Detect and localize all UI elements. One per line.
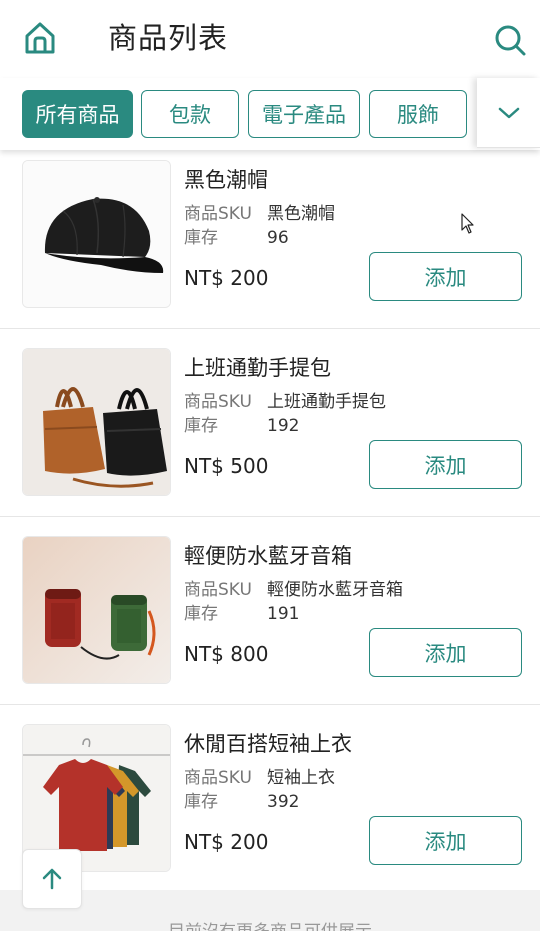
tab-bags[interactable]: 包款 [141, 90, 239, 138]
product-name: 輕便防水藍牙音箱 [184, 544, 352, 568]
sku-label: 商品SKU [184, 580, 252, 600]
home-icon [25, 22, 55, 54]
product-meta: 商品SKU 黑色潮帽 庫存 96 [184, 202, 335, 250]
product-list: 黑色潮帽 商品SKU 黑色潮帽 庫存 96 NT$ 200 添加 上班通勤手提包… [0, 150, 540, 893]
stock-value: 191 [267, 604, 300, 624]
product-image-bluetooth-speakers[interactable] [22, 536, 171, 684]
product-meta: 商品SKU 輕便防水藍牙音箱 庫存 191 [184, 578, 403, 626]
add-button[interactable]: 添加 [369, 440, 522, 489]
product-card: 輕便防水藍牙音箱 商品SKU 輕便防水藍牙音箱 庫存 191 NT$ 800 添加 [0, 517, 540, 705]
product-image-black-cap[interactable] [22, 160, 171, 308]
page-title: 商品列表 [108, 21, 229, 55]
add-button[interactable]: 添加 [369, 252, 522, 301]
product-card: 黑色潮帽 商品SKU 黑色潮帽 庫存 96 NT$ 200 添加 [0, 150, 540, 329]
product-price: NT$ 200 [184, 830, 269, 854]
product-name: 黑色潮帽 [184, 168, 268, 192]
stock-value: 392 [267, 792, 300, 812]
product-price: NT$ 200 [184, 266, 269, 290]
sku-value: 短袖上衣 [267, 768, 335, 788]
sku-value: 輕便防水藍牙音箱 [267, 580, 403, 600]
home-button[interactable] [20, 18, 60, 58]
sku-value: 上班通勤手提包 [267, 392, 386, 412]
product-name: 休閒百搭短袖上衣 [184, 732, 352, 756]
chevron-down-icon [498, 107, 519, 118]
app-screen: 商品列表 所有商品 包款 電子產品 服飾 黑色潮帽 商品SKU 黑色潮帽 庫存 … [0, 0, 540, 931]
add-button[interactable]: 添加 [369, 628, 522, 677]
stock-label: 庫存 [184, 604, 218, 624]
sku-label: 商品SKU [184, 768, 252, 788]
product-meta: 商品SKU 短袖上衣 庫存 392 [184, 766, 335, 814]
stock-label: 庫存 [184, 792, 218, 812]
stock-label: 庫存 [184, 228, 218, 248]
search-icon [495, 25, 526, 56]
product-card: 上班通勤手提包 商品SKU 上班通勤手提包 庫存 192 NT$ 500 添加 [0, 329, 540, 517]
scroll-to-top-button[interactable] [22, 849, 82, 909]
stock-value: 192 [267, 416, 300, 436]
sku-label: 商品SKU [184, 392, 252, 412]
sku-label: 商品SKU [184, 204, 252, 224]
category-tabs: 所有商品 包款 電子產品 服飾 [0, 78, 540, 150]
stock-value: 96 [267, 228, 289, 248]
sku-value: 黑色潮帽 [267, 204, 335, 224]
add-button[interactable]: 添加 [369, 816, 522, 865]
product-price: NT$ 500 [184, 454, 269, 478]
search-button[interactable] [488, 18, 532, 62]
product-name: 上班通勤手提包 [184, 356, 331, 380]
tab-electronics[interactable]: 電子產品 [248, 90, 360, 138]
expand-categories-button[interactable] [477, 78, 540, 148]
mouse-cursor-icon [461, 213, 474, 234]
top-bar: 商品列表 [0, 0, 540, 78]
product-price: NT$ 800 [184, 642, 269, 666]
stock-label: 庫存 [184, 416, 218, 436]
tab-apparel[interactable]: 服飾 [369, 90, 467, 138]
product-image-handbags[interactable] [22, 348, 171, 496]
tab-all-products[interactable]: 所有商品 [22, 90, 133, 138]
arrow-up-icon [42, 868, 62, 890]
product-meta: 商品SKU 上班通勤手提包 庫存 192 [184, 390, 386, 438]
